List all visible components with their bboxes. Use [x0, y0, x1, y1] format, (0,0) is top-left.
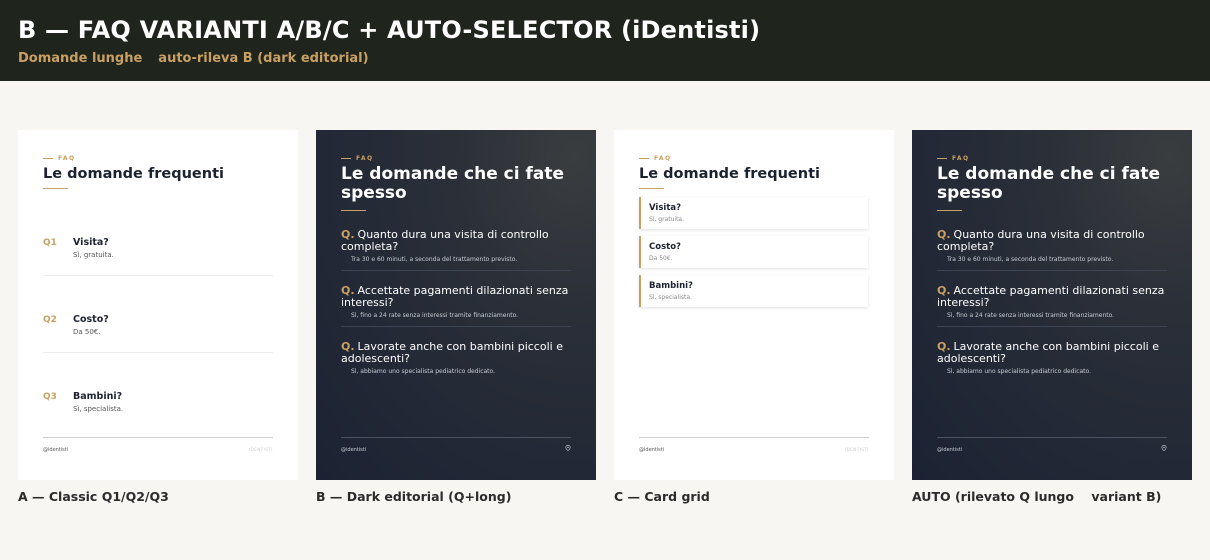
faq-card-answer: Sì, specialista. [649, 294, 692, 301]
title-underline [43, 188, 68, 189]
page-title: B — FAQ VARIANTI A/B/C + AUTO-SELECTOR (… [18, 16, 761, 44]
map-pin-icon [1161, 445, 1167, 451]
faq-item: Q. Quanto dura una visita di controllo co… [937, 229, 1167, 271]
eyebrow-label: FAQ [43, 155, 76, 162]
title-underline [639, 188, 664, 189]
faq-item-question: Lavorate anche con bambini piccoli e ado… [341, 340, 563, 365]
page-header: B — FAQ VARIANTI A/B/C + AUTO-SELECTOR (… [0, 0, 1210, 81]
faq-title: Le domande che ci fate spesso [937, 164, 1161, 203]
faq-item: Q. Quanto dura una visita di controllo co… [341, 229, 571, 271]
eyebrow-label: FAQ [937, 155, 970, 162]
variant-auto-preview[interactable]: FAQ Le domande che ci fate spesso Q. Quan… [912, 130, 1192, 480]
faq-card: Visita? Sì, gratuita. [639, 197, 868, 229]
faq-item-answer: Tra 30 e 60 minuti, a seconda del tratta… [947, 256, 1114, 263]
faq-title: Le domande frequenti [43, 166, 224, 182]
faq-item-question: Accettate pagamenti dilazionati senza in… [937, 284, 1165, 309]
page-subtitle: Domande lunghe auto-rileva B (dark editor… [18, 51, 369, 66]
faq-item-answer: Tra 30 e 60 minuti, a seconda del tratta… [351, 256, 518, 263]
faq-item-question: Visita? [73, 237, 109, 248]
faq-item-answer: Sì, fino a 24 rate senza interessi trami… [947, 312, 1115, 319]
faq-title: Le domande che ci fate spesso [341, 164, 565, 203]
variant-a-caption: A — Classic Q1/Q2/Q3 [18, 489, 169, 504]
faq-item-question: Quanto dura una visita di controllo comp… [937, 228, 1145, 253]
variant-auto-caption: AUTO (rilevato Q lungo variant B) [912, 489, 1162, 504]
faq-item-answer: Sì, abbiamo uno specialista pediatrico d… [947, 368, 1091, 375]
faq-item: Q. Lavorate anche con bambini piccoli e a… [341, 341, 571, 383]
footer-brand: @identisti [43, 447, 69, 453]
title-underline [937, 210, 962, 211]
faq-item-number: Q3 [43, 392, 57, 402]
faq-card-question: Costo? [649, 242, 681, 252]
faq-item-question: Lavorate anche con bambini piccoli e ado… [937, 340, 1159, 365]
faq-item: Q1 Visita? Sì, gratuita. [43, 226, 273, 276]
variant-a-preview[interactable]: FAQ Le domande frequenti Q1 Visita? Sì, … [18, 130, 298, 480]
footer-brand: @identisti [639, 447, 665, 453]
subtitle-detection: auto-rileva B (dark editorial) [158, 51, 369, 66]
footer-divider [43, 437, 273, 438]
variant-b-preview[interactable]: FAQ Le domande che ci fate spesso Q. Quan… [316, 130, 596, 480]
faq-item-answer: Sì, fino a 24 rate senza interessi trami… [351, 312, 519, 319]
variant-c-caption: C — Card grid [614, 489, 710, 504]
footer-divider [937, 437, 1167, 438]
variant-c-preview[interactable]: FAQ Le domande frequenti Visita? Sì, gra… [614, 130, 894, 480]
faq-title: Le domande frequenti [639, 166, 820, 182]
footer-brand: @identisti [341, 447, 367, 453]
faq-item-question: Quanto dura una visita di controllo comp… [341, 228, 549, 253]
footer-brand: @identisti [937, 447, 963, 453]
faq-item: Q. Accettate pagamenti dilazionati senza … [341, 285, 571, 327]
faq-card: Costo? Da 50€. [639, 236, 868, 268]
footer-meta: IDENTISTI [248, 447, 273, 452]
faq-card-answer: Da 50€. [649, 255, 673, 262]
faq-item: Q2 Costo? Da 50€. [43, 303, 273, 353]
faq-item: Q. Accettate pagamenti dilazionati senza … [937, 285, 1167, 327]
faq-item-question: Costo? [73, 314, 109, 325]
faq-item: Q. Lavorate anche con bambini piccoli e a… [937, 341, 1167, 383]
eyebrow-label: FAQ [341, 155, 374, 162]
faq-item-question: Accettate pagamenti dilazionati senza in… [341, 284, 569, 309]
footer-divider [639, 437, 869, 438]
footer-meta: IDENTISTI [844, 447, 869, 452]
footer-divider [341, 437, 571, 438]
faq-item-answer: Sì, gratuita. [73, 251, 114, 259]
variant-b-caption: B — Dark editorial (Q+long) [316, 489, 512, 504]
faq-item-answer: Sì, specialista. [73, 405, 124, 413]
faq-item-answer: Da 50€. [73, 328, 101, 336]
faq-card-answer: Sì, gratuita. [649, 216, 685, 223]
faq-card: Bambini? Sì, specialista. [639, 275, 868, 307]
faq-card-question: Visita? [649, 203, 682, 213]
faq-item-question: Bambini? [73, 391, 123, 402]
faq-item-number: Q1 [43, 238, 57, 248]
faq-item: Q3 Bambini? Sì, specialista. [43, 380, 273, 430]
title-underline [341, 210, 366, 211]
eyebrow-label: FAQ [639, 155, 672, 162]
map-pin-icon [565, 445, 571, 451]
faq-card-question: Bambini? [649, 281, 693, 291]
subtitle-mode: Domande lunghe [18, 51, 143, 66]
faq-item-number: Q2 [43, 315, 57, 325]
faq-item-answer: Sì, abbiamo uno specialista pediatrico d… [351, 368, 495, 375]
